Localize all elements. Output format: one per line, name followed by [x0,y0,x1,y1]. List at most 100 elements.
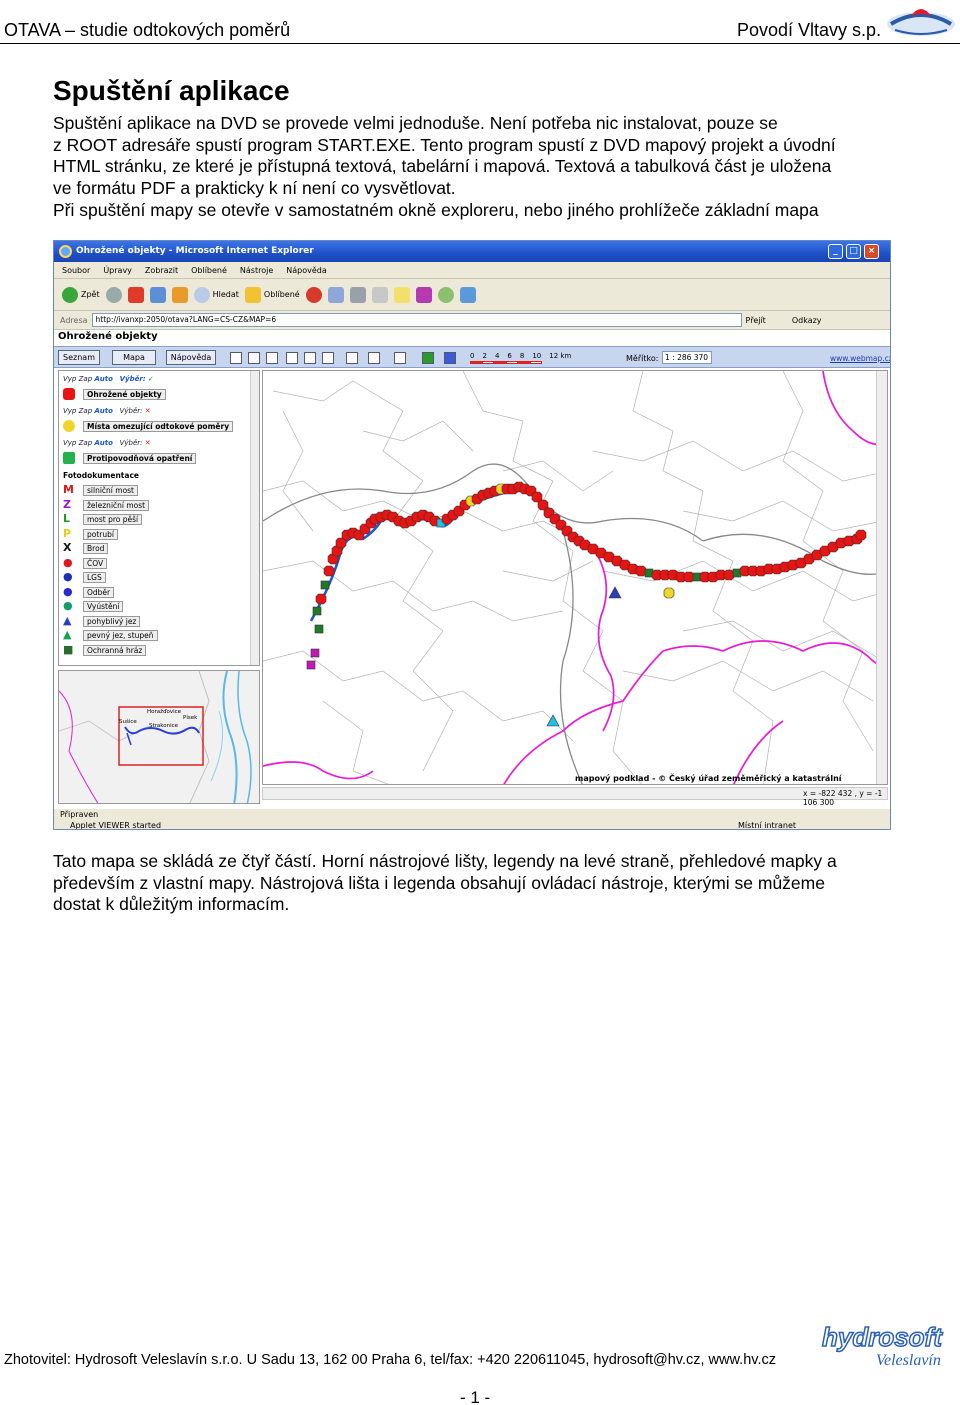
map-marker[interactable] [314,624,324,634]
address-bar: Adresa http://ivanxp:2050/otava?LANG=CS-… [54,311,890,330]
address-label: Adresa [60,315,88,325]
check-icon[interactable]: ✓ [148,375,154,383]
menu-item[interactable]: Úpravy [103,266,132,278]
stop-icon[interactable] [127,286,144,303]
mail-icon[interactable] [327,286,344,303]
map-marker[interactable] [306,660,316,670]
legend-col: Auto [94,407,113,415]
main-map[interactable]: mapový podklad - © Český úřad zeměměřick… [262,370,888,785]
map-toolbar: Seznam Mapa Nápověda 0 2 4 6 8 10 12 km … [54,346,890,368]
legend-symbol-icon: ▲ [63,613,72,627]
map-credit: mapový podklad - © Český úřad zeměměřick… [575,772,843,783]
legend-symbol-icon: ■ [63,642,74,656]
window-title: Ohrožené objekty - Microsoft Internet Ex… [76,246,314,256]
pan-hand-icon[interactable] [266,352,278,364]
after-line: dostat k důležitým informacím. [53,894,290,915]
tab-seznam[interactable]: Seznam [58,350,100,365]
favorites-button[interactable]: Oblíbené [244,286,300,303]
refresh-icon[interactable] [149,286,166,303]
move-icon[interactable] [322,352,334,364]
map-marker[interactable] [315,593,327,605]
select-icon[interactable] [248,352,260,364]
identify-icon[interactable] [230,352,242,364]
minimize-icon[interactable]: _ [828,244,843,259]
menu-item[interactable]: Nápověda [286,266,327,278]
layer-mista-omezujici[interactable]: Místa omezující odtokové poměry [83,421,234,432]
measure-icon[interactable] [444,352,456,364]
layer-symbol [63,452,75,464]
scale-input[interactable]: 1 : 286 370 [662,351,712,364]
legend-scrollbar[interactable] [250,371,259,665]
ie-menu-bar: Soubor Úpravy Zobrazit Oblíbené Nástroje… [54,262,890,279]
legend-item-label[interactable]: železniční most [83,499,150,511]
map-scrollbar[interactable] [876,371,887,784]
legend-item-label[interactable]: silniční most [83,485,138,496]
back-button[interactable]: Zpět [62,286,100,303]
edit-icon[interactable] [371,286,388,303]
menu-item[interactable]: Oblíbené [191,266,227,278]
menu-item[interactable]: Zobrazit [145,266,178,278]
header-client: Povodí Vltavy s.p. [737,20,882,40]
legend-col: Zap [78,375,93,383]
legend-item-label[interactable]: pohyblivý jez [83,615,141,627]
map-marker[interactable] [635,565,647,577]
history-icon[interactable] [305,286,322,303]
legend-item-label[interactable]: LGS [83,572,106,583]
map-marker[interactable] [683,571,695,583]
legend-col: Vyp [63,407,77,415]
tab-napoveda[interactable]: Nápověda [166,350,216,365]
legend-item-label[interactable]: Vyústění [83,601,124,612]
map-marker[interactable] [312,606,322,616]
zoom-in-icon[interactable] [286,352,298,364]
links-button[interactable]: Odkazy [792,316,822,325]
legend-item-label[interactable]: most pro pěší [83,514,143,525]
menu-item[interactable]: Nástroje [240,266,273,278]
forward-arrow-icon[interactable] [105,286,122,303]
scale-tick: 12 km [549,352,572,360]
close-icon[interactable]: ✕ [145,407,151,415]
map-marker[interactable] [855,529,867,541]
zoom-out-icon[interactable] [304,352,316,364]
home-icon[interactable] [171,286,188,303]
status-zone: Místní intranet [738,821,797,830]
legend-symbol-icon: M [63,483,74,496]
map-marker[interactable] [323,565,335,577]
scale-tick: 6 [507,352,512,360]
legend-select: Výběr: [119,375,146,383]
map-marker[interactable] [310,648,320,658]
discuss-icon[interactable] [459,286,476,303]
close-icon[interactable]: ✕ [145,439,151,447]
address-field[interactable]: http://ivanxp:2050/otava?LANG=CS-CZ&MAP=… [91,313,742,327]
binoculars-icon[interactable] [368,352,380,364]
webmap-link[interactable]: www.webmap.cz [830,354,890,363]
legend-item-label[interactable]: Ochranná hráz [83,644,147,656]
find-icon[interactable] [346,352,358,364]
research-icon[interactable] [415,286,432,303]
coordinates-text: x = -822 432 , y = -1 106 300 [803,789,883,807]
search-button[interactable]: Hledat [193,286,239,303]
folder-icon[interactable] [393,286,410,303]
layer-protipovodnova[interactable]: Protipovodňová opatření [83,453,197,464]
go-button[interactable]: Přejít [746,316,766,325]
legend-item-label[interactable]: ČOV [83,557,108,569]
tab-mapa[interactable]: Mapa [112,350,156,365]
logo-subtext: Veleslavín [876,1352,941,1368]
star-icon [244,286,261,303]
layer-ohrozene-objekty[interactable]: Ohrožené objekty [83,389,166,400]
legend-item-label[interactable]: pevný jez, stupeň [83,630,158,641]
menu-item[interactable]: Soubor [62,266,90,278]
legend-col: Zap [78,407,93,415]
messenger-icon[interactable] [437,286,454,303]
flag-icon[interactable] [422,352,434,364]
legend-item-label[interactable]: Odběr [83,586,115,598]
map-marker[interactable] [723,569,735,581]
full-extent-icon[interactable] [394,352,406,364]
map-legend: Vyp Zap Auto Výběr: ✓ Ohrožené objekty V… [58,370,260,666]
print-icon[interactable] [349,286,366,303]
map-marker[interactable] [663,587,675,599]
close-icon[interactable]: × [864,244,879,259]
legend-item-label[interactable]: potrubí [83,528,118,540]
maximize-icon[interactable]: □ [846,244,861,259]
legend-item-label[interactable]: Brod [83,543,109,554]
map-marker[interactable] [320,580,330,590]
